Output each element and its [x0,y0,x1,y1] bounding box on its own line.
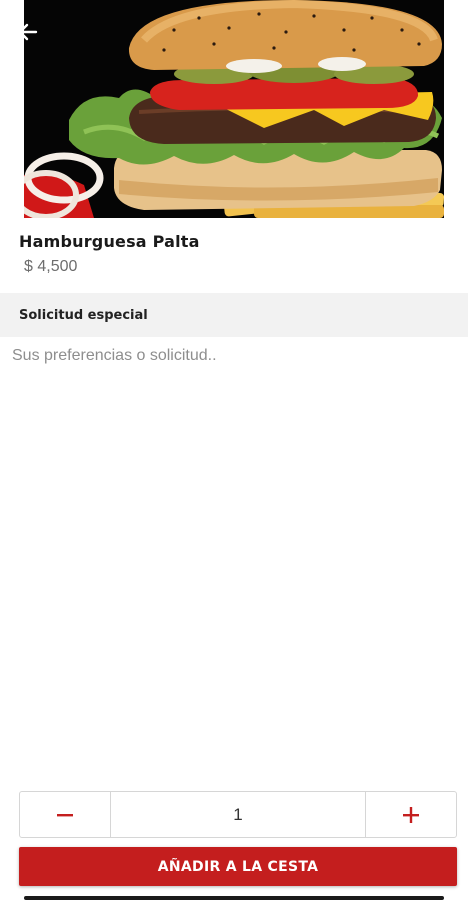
back-arrow-icon [18,23,38,41]
burger-illustration [24,0,444,218]
special-request-input[interactable] [0,337,468,777]
decrease-quantity-button[interactable] [20,792,111,837]
quantity-stepper: 1 [19,791,457,838]
product-image [24,0,444,218]
bottom-edge [24,896,444,900]
special-request-header: Solicitud especial [0,293,468,337]
minus-icon [57,813,73,816]
back-button[interactable] [12,16,44,48]
plus-icon [403,806,419,823]
special-request-title: Solicitud especial [19,307,148,323]
add-to-cart-button[interactable]: AÑADIR A LA CESTA [19,847,457,886]
product-hero [0,0,468,222]
product-name: Hamburguesa Palta [19,232,200,251]
quantity-value: 1 [233,804,243,824]
product-price: $ 4,500 [24,258,78,275]
increase-quantity-button[interactable] [365,792,456,837]
